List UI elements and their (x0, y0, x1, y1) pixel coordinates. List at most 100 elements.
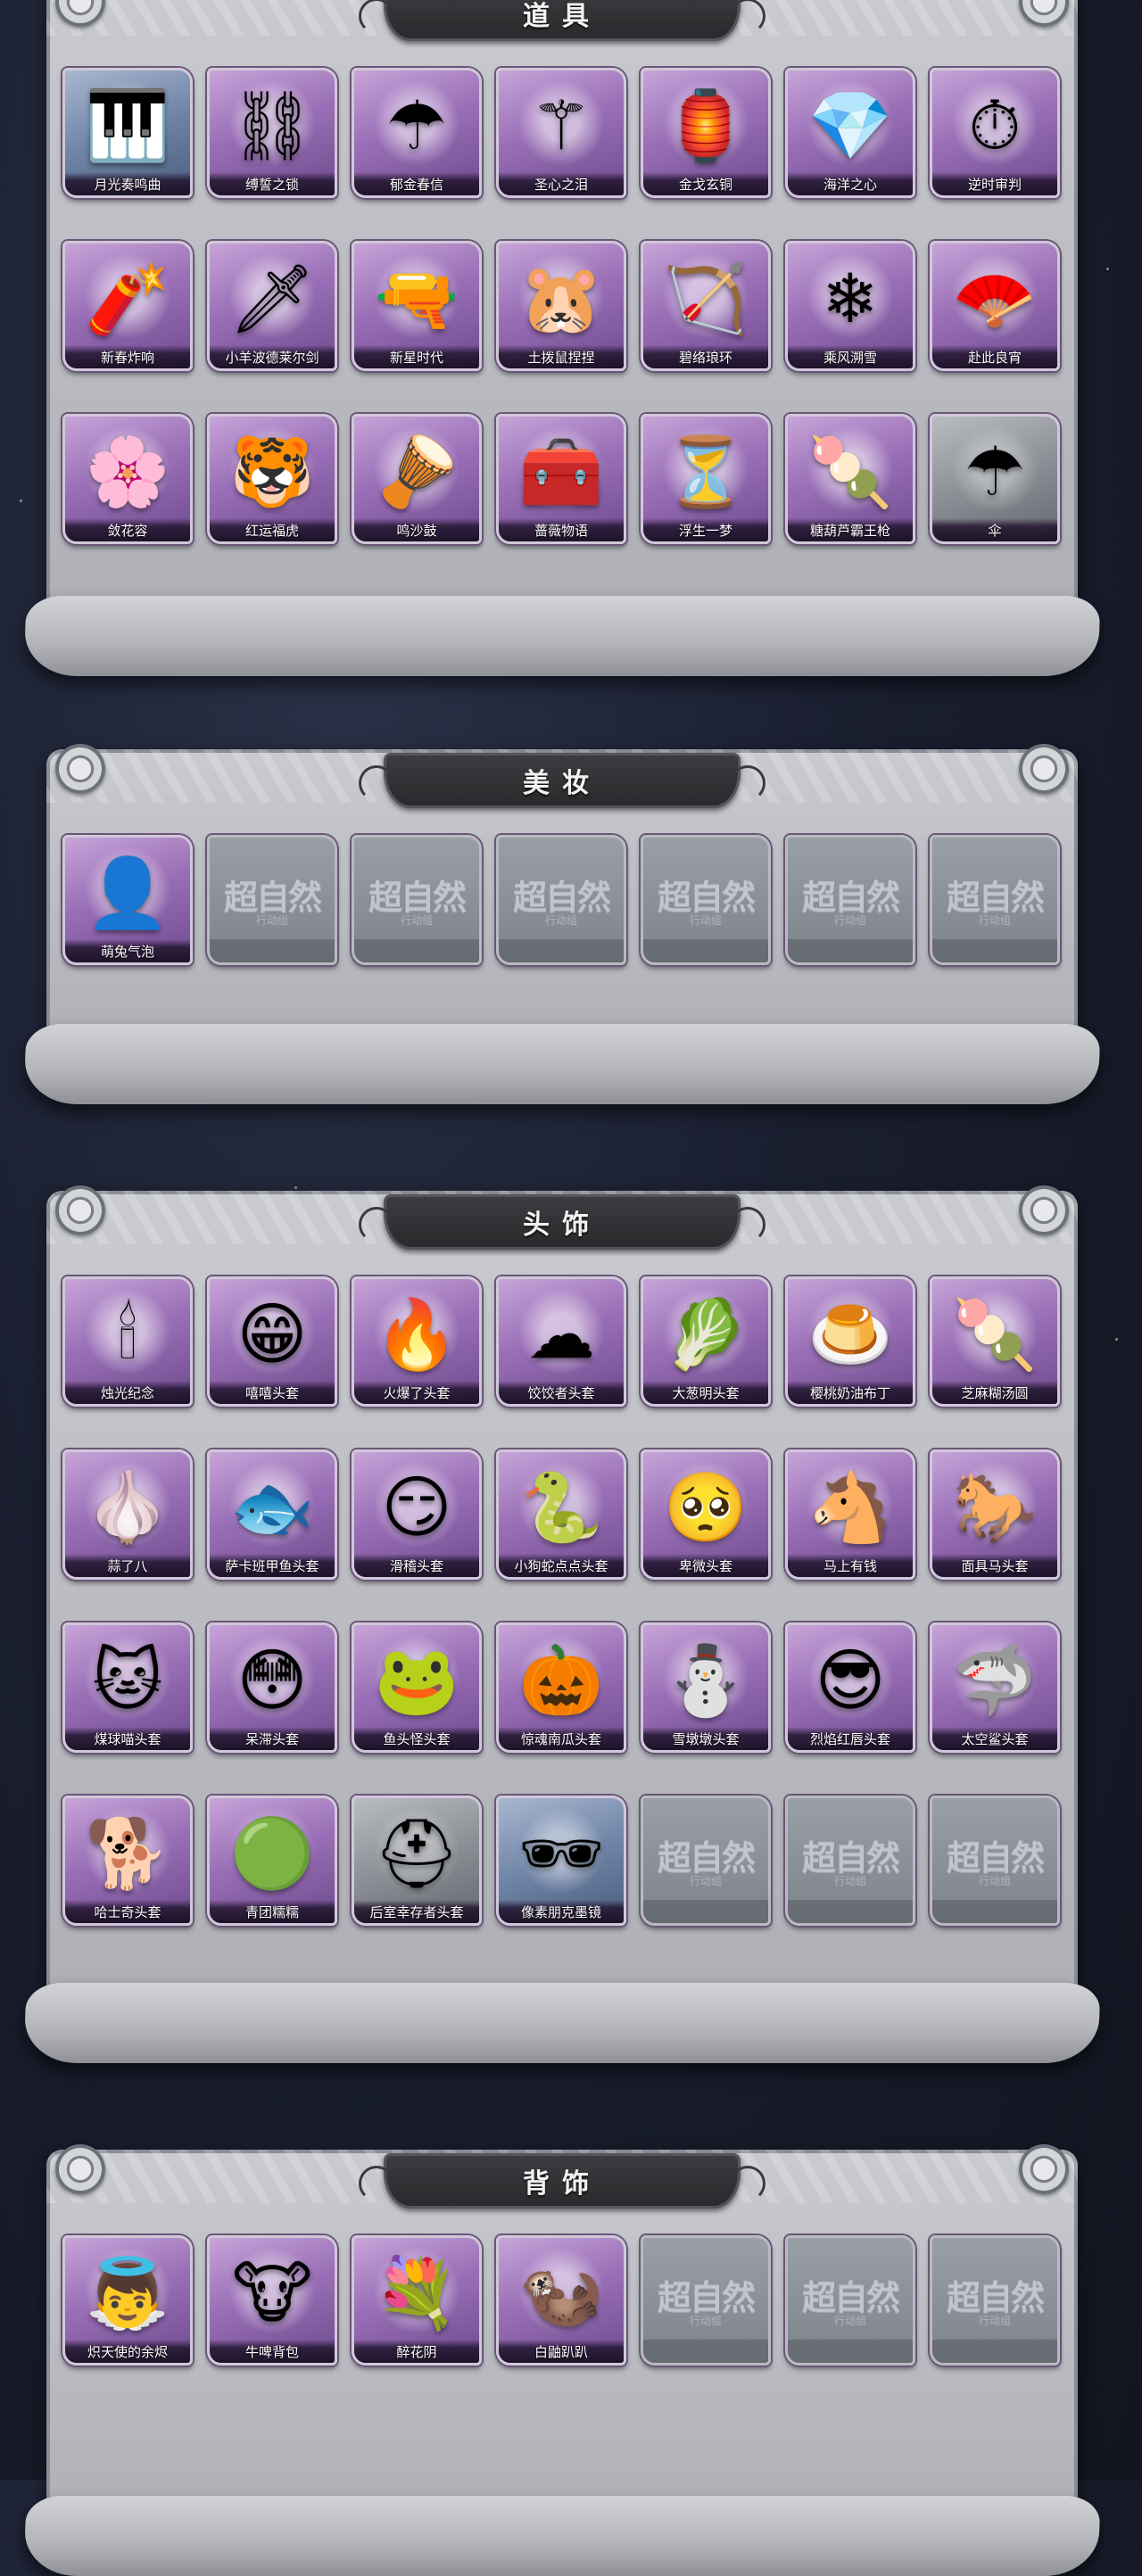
item-card[interactable]: 🍡 芝麻糊汤圆 (930, 1276, 1060, 1407)
item-card[interactable]: 🥺 卑微头套 (641, 1449, 771, 1580)
item-card[interactable]: 🟢 青团糯糯 (207, 1796, 337, 1926)
empty-slot-watermark-sub: 行动组 (833, 1875, 866, 1887)
item-card[interactable]: ⛄ 雪墩墩头套 (641, 1622, 771, 1753)
item-card[interactable]: ⏳ 浮生一梦 (641, 414, 771, 544)
item-card[interactable]: 🎃 惊魂南瓜头套 (496, 1622, 626, 1753)
item-label: 小羊波德莱尔剑 (210, 345, 335, 368)
empty-slot-watermark: 超自然 (512, 877, 611, 917)
spear-icon: 🍡 (807, 431, 893, 511)
item-label: 后室幸存者头套 (354, 1900, 479, 1923)
item-label: 滑稽头套 (354, 1554, 479, 1577)
corner-emblem-icon (1019, 2144, 1069, 2194)
shark-icon: 🦈 (952, 1639, 1038, 1720)
item-card[interactable]: 🕶 像素朋克墨镜 (496, 1796, 626, 1926)
garlic-icon: 🧄 (85, 1466, 170, 1547)
grin-face-icon: 😁 (236, 1293, 308, 1374)
corner-emblem-icon (55, 744, 105, 794)
item-card[interactable]: 👼 炽天使的余烬 (62, 2235, 193, 2365)
item-grid: 👼 炽天使的余烬 🐮 牛啤背包 💐 醉花阴 🦦 白鼬趴趴 超自然 行动组 超自然 行动组 超自然 行动组 (62, 2235, 1060, 2365)
item-label: 碧络琅环 (643, 345, 768, 368)
item-card[interactable]: 🐱 煤球喵头套 (62, 1622, 193, 1753)
snowman-icon: ⛄ (663, 1639, 749, 1720)
empty-slot-watermark-sub: 行动组 (400, 914, 433, 927)
item-card[interactable]: 🍮 樱桃奶油布丁 (785, 1276, 915, 1407)
leek-icon: 🥬 (663, 1293, 749, 1374)
item-card[interactable]: 😳 呆滞头套 (207, 1622, 337, 1753)
item-card[interactable]: 🧄 蒜了八 (62, 1449, 193, 1580)
item-card[interactable]: ⛑ 后室幸存者头套 (352, 1796, 482, 1926)
item-card[interactable]: ☁ 饺饺者头套 (496, 1276, 626, 1407)
item-label: 卑微头套 (643, 1554, 768, 1577)
item-label: 萌兔气泡 (65, 939, 190, 962)
bg-sparkle (294, 1186, 297, 1189)
item-card[interactable]: 😎 烈焰红唇头套 (785, 1622, 915, 1753)
fish-monster-icon: 🐸 (374, 1639, 459, 1720)
pocket-watch-icon: ⏱ (968, 85, 1022, 165)
drum-ornament-icon: 🪘 (374, 431, 459, 511)
item-card[interactable]: 🧰 蔷薇物语 (496, 414, 626, 544)
item-card[interactable]: 🐕 哈士奇头套 (62, 1796, 193, 1926)
item-card[interactable]: 🥬 大葱明头套 (641, 1276, 771, 1407)
item-card[interactable]: ⏱ 逆时审判 (930, 68, 1060, 198)
item-card[interactable]: 🐟 萨卡班甲鱼头套 (207, 1449, 337, 1580)
item-card[interactable]: 💎 海洋之心 (785, 68, 915, 198)
item-card[interactable]: 🐯 红运福虎 (207, 414, 337, 544)
section-title: 美妆 (523, 768, 601, 799)
item-card[interactable]: 💐 醉花阴 (352, 2235, 482, 2365)
dumpling-icon: ☁ (527, 1293, 595, 1374)
item-card[interactable]: 🦦 白鼬趴趴 (496, 2235, 626, 2365)
item-card[interactable]: 🌸 敛花容 (62, 414, 193, 544)
gas-mask-icon: ⛑ (373, 1812, 460, 1893)
item-card[interactable]: 😁 嘻嘻头套 (207, 1276, 337, 1407)
item-card[interactable]: ☂ 郁金春信 (352, 68, 482, 198)
section-title: 头饰 (523, 1210, 601, 1241)
item-card[interactable]: 😏 滑稽头套 (352, 1449, 482, 1580)
empty-slot-watermark-sub: 行动组 (255, 914, 288, 927)
item-grid: 🎹 月光奏鸣曲 ⛓ 缚誓之锁 ☂ 郁金春信 ⚚ 圣心之泪 🏮 金戈玄铜 💎 海洋之心 ⏱ 逆时审判 🧨 新春炸… (62, 68, 1060, 544)
item-label: 糖葫芦霸王枪 (788, 518, 913, 541)
item-card[interactable]: 🐸 鱼头怪头套 (352, 1622, 482, 1753)
item-label: 太空鲨头套 (932, 1727, 1057, 1750)
item-label: 大葱明头套 (643, 1381, 768, 1404)
item-label: 新星时代 (354, 345, 479, 368)
snake-dog-icon: 🐍 (518, 1466, 604, 1547)
item-card[interactable]: 🐮 牛啤背包 (207, 2235, 337, 2365)
item-card[interactable]: 🏮 金戈玄铜 (641, 68, 771, 198)
item-label: 马上有钱 (788, 1554, 913, 1577)
item-card[interactable]: ⛓ 缚誓之锁 (207, 68, 337, 198)
item-card[interactable]: 🎹 月光奏鸣曲 (62, 68, 193, 198)
item-card[interactable]: 🕯 烛光纪念 (62, 1276, 193, 1407)
horse-cartoon-icon: 🐴 (807, 1466, 893, 1547)
scroll-base (23, 596, 1101, 676)
empty-slot: 超自然 行动组 (496, 835, 626, 965)
item-card[interactable]: 🔥 火爆了头套 (352, 1276, 482, 1407)
empty-slot-watermark: 超自然 (223, 877, 322, 917)
item-card[interactable]: 🐍 小狗蛇点点头套 (496, 1449, 626, 1580)
ferret-icon: 🦦 (518, 2252, 604, 2332)
item-label: 饺饺者头套 (499, 1381, 624, 1404)
item-label: 火爆了头套 (354, 1381, 479, 1404)
item-card[interactable]: ❄ 乘风溯雪 (785, 241, 915, 371)
item-card[interactable]: 🪭 赴此良宵 (930, 241, 1060, 371)
item-card[interactable]: 🍡 糖葫芦霸王枪 (785, 414, 915, 544)
sword-icon: 🗡 (228, 258, 316, 338)
flower-chain-icon: 🌸 (85, 431, 170, 511)
empty-slot: 超自然 行动组 (930, 1796, 1060, 1926)
item-card[interactable]: 🐴 马上有钱 (785, 1449, 915, 1580)
item-card[interactable]: 👤 萌兔气泡 (62, 835, 193, 965)
item-card[interactable]: 🦈 太空鲨头套 (930, 1622, 1060, 1753)
fire-face-icon: 🔥 (374, 1293, 459, 1374)
item-card[interactable]: 🪘 鸣沙鼓 (352, 414, 482, 544)
item-card[interactable]: 🐎 面具马头套 (930, 1449, 1060, 1580)
item-card[interactable]: 🏹 碧络琅环 (641, 241, 771, 371)
item-label: 土拨鼠捏捏 (499, 345, 624, 368)
bg-sparkle (20, 500, 22, 502)
item-card[interactable]: 🗡 小羊波德莱尔剑 (207, 241, 337, 371)
item-card[interactable]: 🐹 土拨鼠捏捏 (496, 241, 626, 371)
item-card[interactable]: ⚚ 圣心之泪 (496, 68, 626, 198)
firecracker-icon: 🧨 (85, 258, 170, 338)
item-label: 芝麻糊汤圆 (932, 1381, 1057, 1404)
item-card[interactable]: 🧨 新春炸响 (62, 241, 193, 371)
item-card[interactable]: ☂ 伞 (930, 414, 1060, 544)
item-card[interactable]: 🔫 新星时代 (352, 241, 482, 371)
